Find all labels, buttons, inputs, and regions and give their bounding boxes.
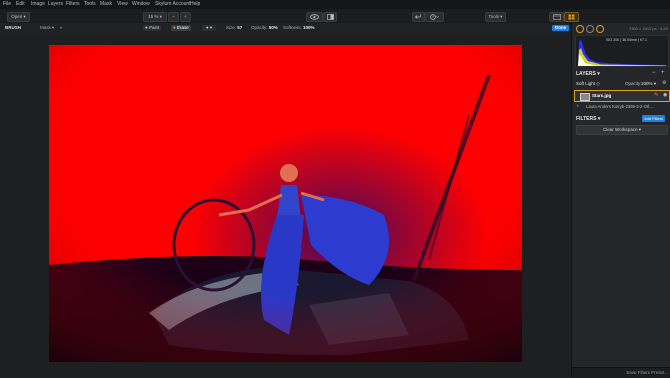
softness-label: Softness: (283, 25, 302, 30)
mask-visibility-icon[interactable]: ◐ (60, 23, 63, 33)
menu-view[interactable]: View (117, 0, 128, 9)
undo-icon (415, 14, 422, 19)
menu-bar: File Edit Image Layers Filters Tools Mas… (0, 0, 670, 9)
layer-settings-icon[interactable]: ⚙ (662, 80, 666, 86)
menu-tools[interactable]: Tools (84, 0, 96, 9)
mask-dropdown[interactable]: Mask ▾ (40, 23, 54, 33)
preview-toggle-button[interactable] (306, 12, 323, 22)
zoom-in-button[interactable]: + (180, 12, 191, 22)
layer-name: Stars.jpg (592, 93, 612, 98)
menu-image[interactable]: Image (31, 0, 45, 9)
blend-mode-dropdown[interactable]: Soft Light ◇ (576, 81, 600, 87)
composited-photo (49, 45, 522, 362)
layer-name: Laura Anders Kotryb-2369-3-2-Orl... (586, 103, 653, 109)
history-button[interactable] (425, 12, 444, 22)
open-button[interactable]: Open ▾ (7, 12, 30, 22)
paint-label: Paint (148, 25, 160, 30)
menu-edit[interactable]: Edit (16, 0, 25, 9)
brush-icon[interactable]: ✎ (654, 92, 658, 98)
canvas-area[interactable] (0, 33, 570, 377)
opacity-label: Opacity: (251, 25, 268, 30)
size-label: Size: (226, 25, 237, 30)
base-layer-icon: ▸ (577, 103, 580, 108)
eye-icon[interactable]: ◉ (663, 92, 667, 98)
footer: Save Filters Preset... (572, 367, 670, 378)
grid-icon (568, 14, 575, 20)
image-info: 7360 × 4912 px · 6.84 (628, 26, 668, 31)
settings-icon[interactable] (596, 25, 604, 33)
layout-grid-button[interactable] (564, 12, 579, 22)
filters-title[interactable]: FILTERS ▾ (576, 116, 600, 122)
menu-window[interactable]: Window (132, 0, 150, 9)
clock-icon[interactable] (586, 25, 594, 33)
layer-opacity-label: Opacity: (625, 81, 642, 86)
compare-icon (326, 14, 334, 20)
menu-help[interactable]: Help (190, 0, 200, 9)
histogram: ISO 200 | 38.00mm | f/7.1 (575, 35, 669, 67)
brush-preset-arrow: ▾ (209, 25, 213, 30)
erase-label: Erase (176, 25, 189, 30)
erase-mode-button[interactable]: ● Erase (171, 25, 191, 31)
top-toolbar: Open ▾ 15 % ▾ − + Tools ▾ (0, 9, 670, 24)
save-filters-preset-button[interactable]: Save Filters Preset... (626, 370, 668, 375)
menu-file[interactable]: File (3, 0, 11, 9)
opacity-control[interactable]: Opacity: 50% (251, 23, 278, 33)
size-value: 57 (237, 25, 243, 30)
eye-icon (310, 14, 319, 20)
menu-layers[interactable]: Layers (48, 0, 63, 9)
menu-filters[interactable]: Filters (66, 0, 80, 9)
tools-menu-button[interactable]: Tools ▾ (485, 12, 506, 22)
add-filters-button[interactable]: Add Filters (642, 115, 665, 122)
layout-single-button[interactable] (549, 12, 564, 22)
zoom-select[interactable]: 15 % ▾ (143, 12, 167, 22)
info-icon[interactable] (576, 25, 584, 33)
menu-skylum-account[interactable]: Skylum Account (155, 0, 191, 9)
histogram-readout: ISO 200 | 38.00mm | f/7.1 (606, 38, 648, 42)
brush-options-bar: BRUSH Mask ▾ ◐ ● Paint ● Erase ● ▾ Size:… (0, 23, 570, 33)
right-panel: 7360 × 4912 px · 6.84 ISO 200 | 38.00mm … (571, 23, 670, 378)
softness-control[interactable]: Softness: 100% (283, 23, 315, 33)
brush-preset-dropdown[interactable]: ● ▾ (202, 25, 216, 31)
layer-add-icon[interactable]: + (661, 70, 665, 76)
layer-row-base[interactable]: ▸ Laura Anders Kotryb-2369-3-2-Orl... (574, 102, 668, 111)
single-panel-icon (552, 14, 561, 20)
paint-mode-button[interactable]: ● Paint (143, 25, 162, 31)
layers-title[interactable]: LAYERS ▾ (576, 71, 600, 77)
undo-button[interactable] (412, 12, 425, 22)
clear-workspace-button[interactable]: Clear Workspace ▾ (576, 125, 668, 135)
compare-button[interactable] (323, 12, 337, 22)
opacity-value: 50% (268, 25, 278, 30)
layer-remove-icon[interactable]: − (652, 70, 656, 76)
zoom-out-button[interactable]: − (168, 12, 179, 22)
layer-opacity-value[interactable]: 100% ▾ (641, 81, 656, 87)
done-button[interactable]: Done (552, 25, 569, 31)
tool-name: BRUSH (5, 25, 22, 30)
layer-row-stars[interactable]: Stars.jpg ✎ ◉ (574, 90, 670, 102)
photo-canvas[interactable] (49, 45, 522, 362)
layer-thumbnail (580, 93, 590, 101)
size-control[interactable]: Size: 57 (226, 23, 242, 33)
menu-mask[interactable]: Mask (100, 0, 112, 9)
softness-value: 100% (303, 25, 315, 30)
clock-icon (429, 14, 439, 20)
